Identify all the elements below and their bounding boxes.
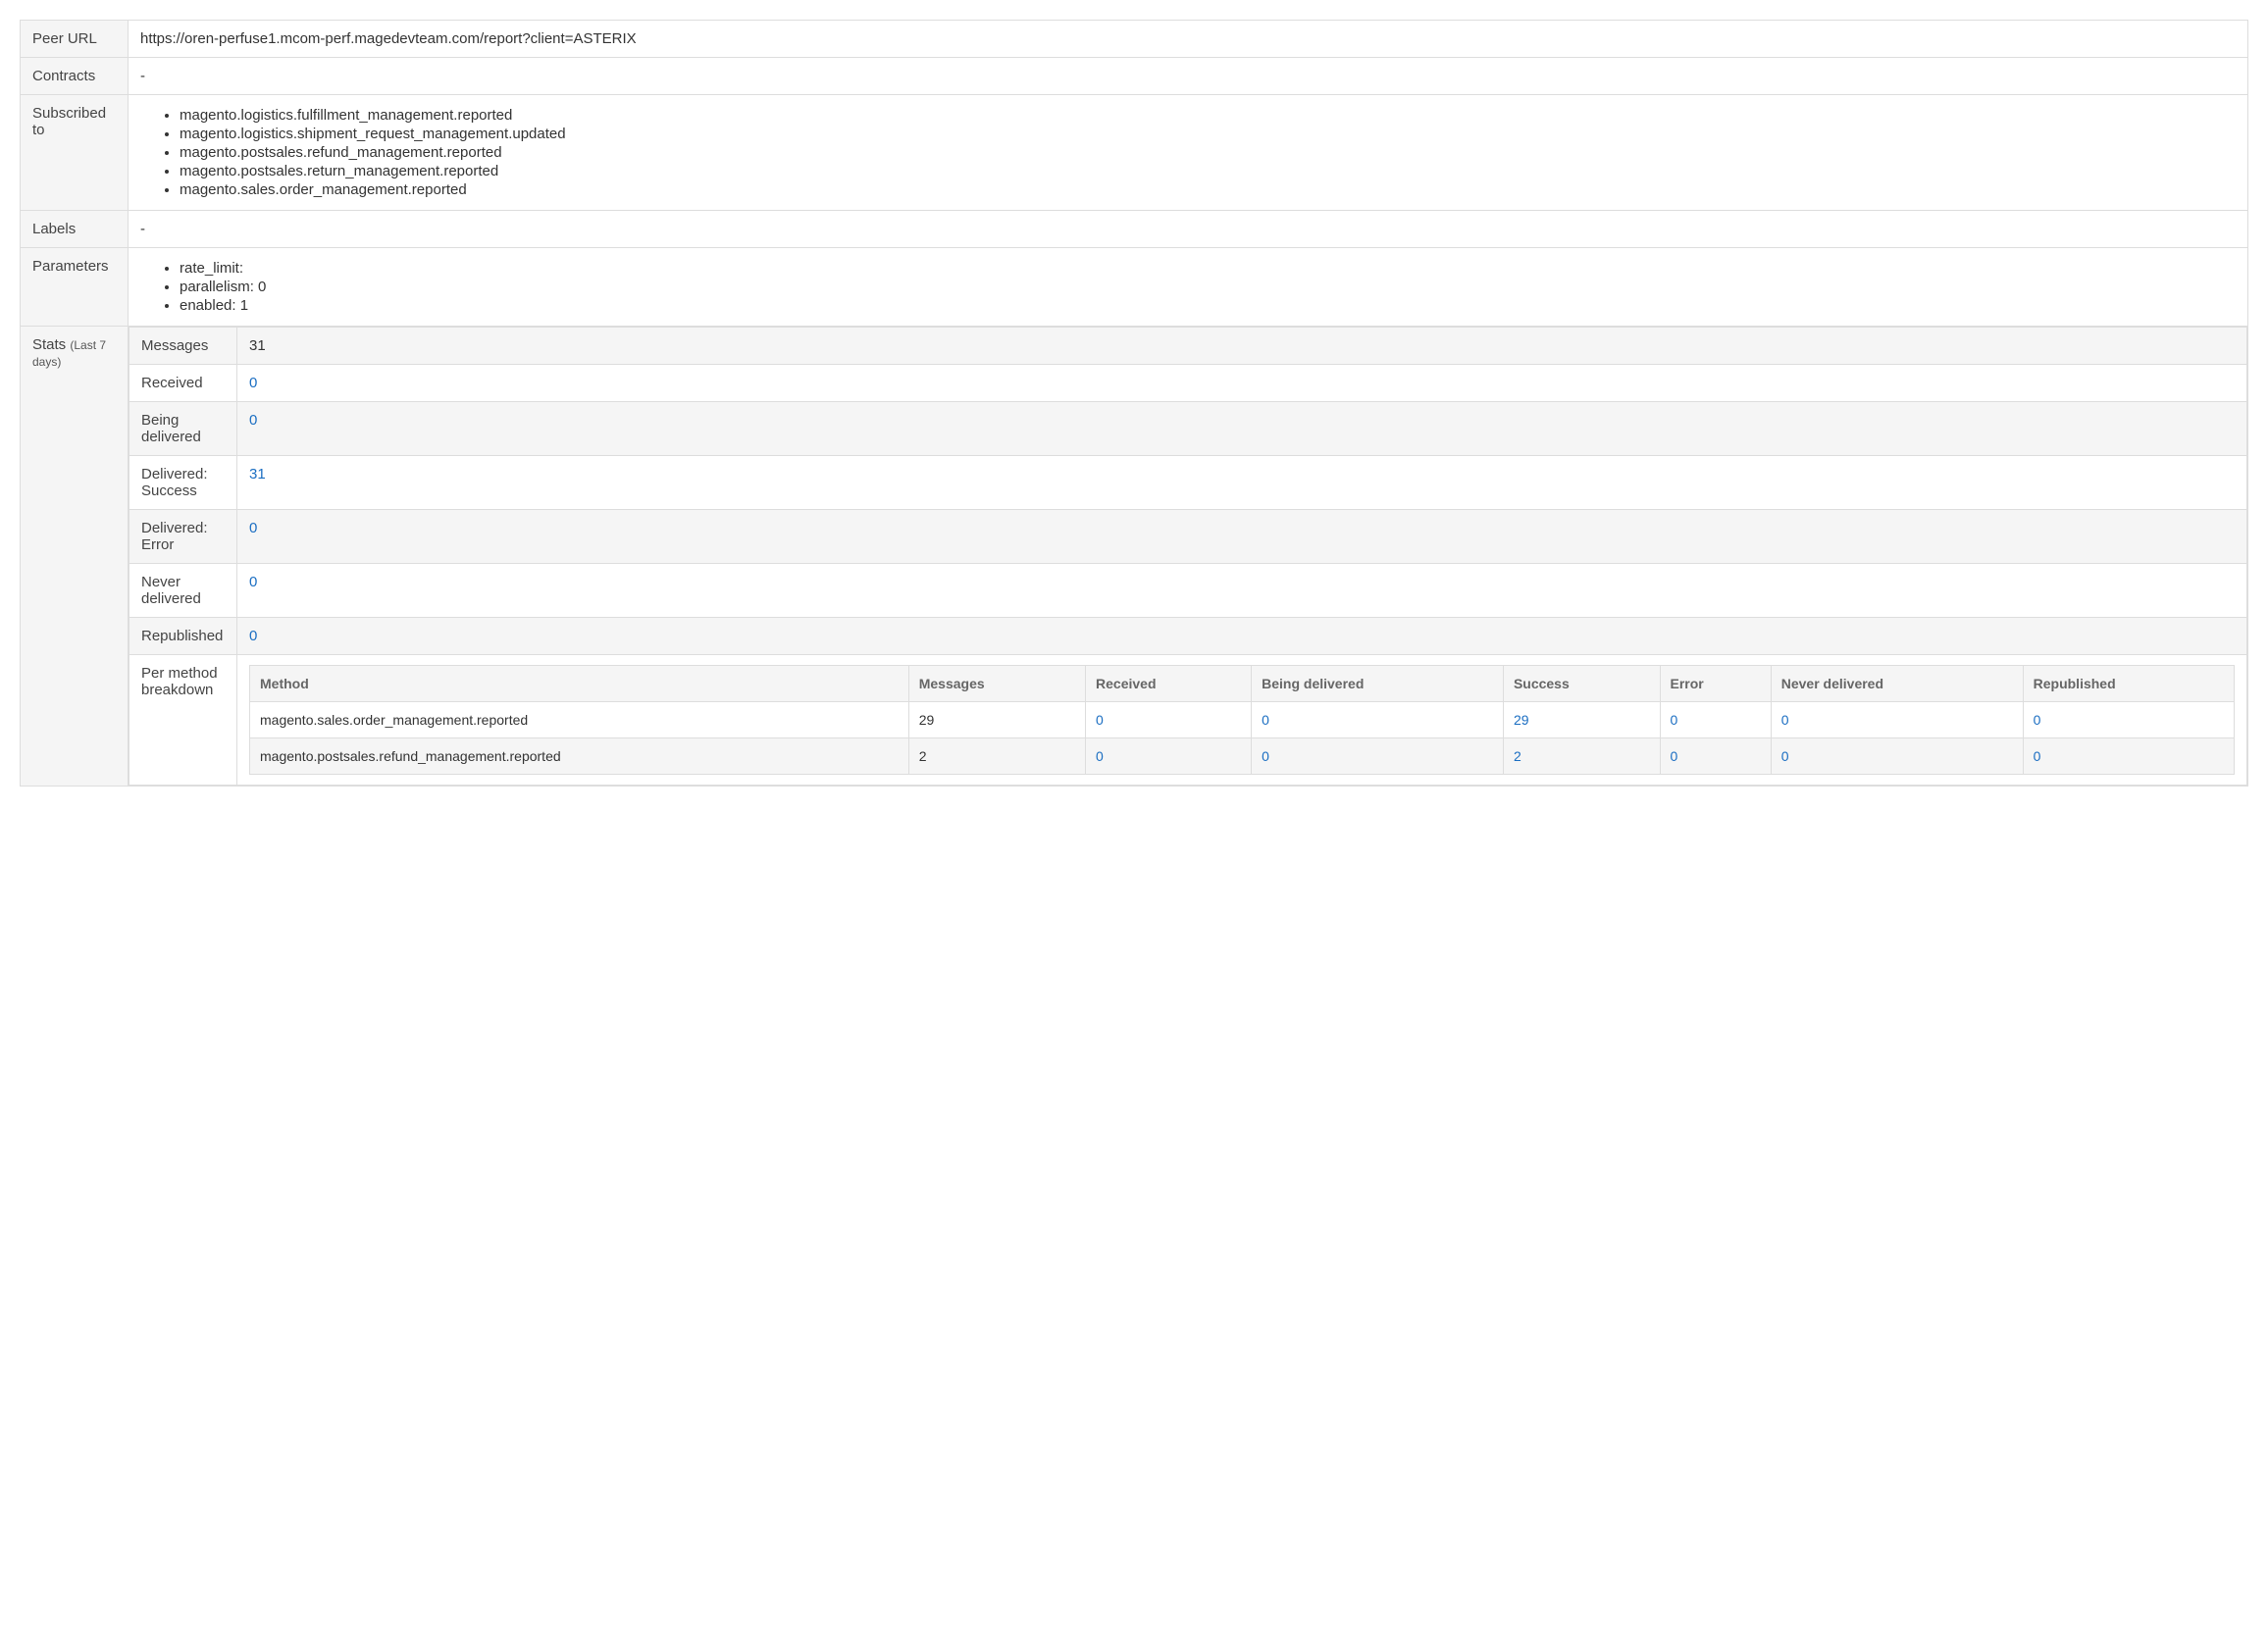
parameters-list: rate_limit: parallelism: 0 enabled: 1 bbox=[140, 260, 2236, 314]
per-method-breakdown-label: Per method breakdown bbox=[129, 655, 237, 786]
list-item: rate_limit: bbox=[180, 260, 2236, 277]
peer-url-label: Peer URL bbox=[21, 21, 129, 58]
labels-value: - bbox=[129, 211, 2248, 248]
breakdown-received-link[interactable]: 0 bbox=[1096, 712, 1104, 728]
subscribed-to-value: magento.logistics.fulfillment_management… bbox=[129, 95, 2248, 211]
table-row: magento.sales.order_management.reported … bbox=[250, 702, 2235, 738]
breakdown-success-link[interactable]: 29 bbox=[1514, 712, 1529, 728]
stats-never-delivered-link[interactable]: 0 bbox=[249, 574, 257, 590]
breakdown-messages: 2 bbox=[908, 738, 1085, 775]
breakdown-method: magento.postsales.refund_management.repo… bbox=[250, 738, 909, 775]
subscribed-to-list: magento.logistics.fulfillment_management… bbox=[140, 107, 2236, 198]
peer-url-value: https://oren-perfuse1.mcom-perf.magedevt… bbox=[129, 21, 2248, 58]
breakdown-being-delivered-link[interactable]: 0 bbox=[1262, 748, 1269, 764]
stats-messages-value: 31 bbox=[237, 328, 2247, 365]
breakdown-never-delivered-link[interactable]: 0 bbox=[1781, 748, 1789, 764]
breakdown-messages: 29 bbox=[908, 702, 1085, 738]
stats-messages-label: Messages bbox=[129, 328, 237, 365]
stats-received-label: Received bbox=[129, 365, 237, 402]
breakdown-success-link[interactable]: 2 bbox=[1514, 748, 1521, 764]
stats-delivered-error-link[interactable]: 0 bbox=[249, 520, 257, 536]
table-row: magento.postsales.refund_management.repo… bbox=[250, 738, 2235, 775]
contracts-label: Contracts bbox=[21, 58, 129, 95]
stats-being-delivered-label: Being delivered bbox=[129, 402, 237, 456]
list-item: magento.postsales.refund_management.repo… bbox=[180, 144, 2236, 161]
breakdown-error-link[interactable]: 0 bbox=[1671, 712, 1678, 728]
details-table: Peer URL https://oren-perfuse1.mcom-perf… bbox=[20, 20, 2248, 787]
breakdown-being-delivered-link[interactable]: 0 bbox=[1262, 712, 1269, 728]
stats-value-cell: Messages 31 Received 0 Being delivered 0 bbox=[129, 327, 2248, 787]
stats-label: Stats bbox=[32, 336, 66, 353]
breakdown-received-link[interactable]: 0 bbox=[1096, 748, 1104, 764]
list-item: magento.logistics.shipment_request_manag… bbox=[180, 126, 2236, 142]
parameters-label: Parameters bbox=[21, 248, 129, 327]
breakdown-republished-link[interactable]: 0 bbox=[2034, 748, 2041, 764]
breakdown-method: magento.sales.order_management.reported bbox=[250, 702, 909, 738]
parameters-value: rate_limit: parallelism: 0 enabled: 1 bbox=[129, 248, 2248, 327]
stats-delivered-error-label: Delivered: Error bbox=[129, 510, 237, 564]
stats-label-cell: Stats (Last 7 days) bbox=[21, 327, 129, 787]
stats-received-link[interactable]: 0 bbox=[249, 375, 257, 391]
labels-label: Labels bbox=[21, 211, 129, 248]
breakdown-header-received: Received bbox=[1086, 666, 1252, 702]
breakdown-header-method: Method bbox=[250, 666, 909, 702]
per-method-breakdown-cell: Method Messages Received Being delivered… bbox=[237, 655, 2247, 786]
stats-being-delivered-link[interactable]: 0 bbox=[249, 412, 257, 429]
stats-table: Messages 31 Received 0 Being delivered 0 bbox=[129, 327, 2247, 786]
breakdown-table: Method Messages Received Being delivered… bbox=[249, 665, 2235, 775]
breakdown-header-never-delivered: Never delivered bbox=[1771, 666, 2023, 702]
stats-never-delivered-label: Never delivered bbox=[129, 564, 237, 618]
breakdown-error-link[interactable]: 0 bbox=[1671, 748, 1678, 764]
list-item: magento.postsales.return_management.repo… bbox=[180, 163, 2236, 179]
list-item: magento.logistics.fulfillment_management… bbox=[180, 107, 2236, 124]
breakdown-never-delivered-link[interactable]: 0 bbox=[1781, 712, 1789, 728]
breakdown-header-messages: Messages bbox=[908, 666, 1085, 702]
stats-delivered-success-label: Delivered: Success bbox=[129, 456, 237, 510]
subscribed-to-label: Subscribed to bbox=[21, 95, 129, 211]
breakdown-republished-link[interactable]: 0 bbox=[2034, 712, 2041, 728]
stats-republished-label: Republished bbox=[129, 618, 237, 655]
stats-delivered-success-link[interactable]: 31 bbox=[249, 466, 266, 483]
breakdown-header-error: Error bbox=[1660, 666, 1771, 702]
contracts-value: - bbox=[129, 58, 2248, 95]
stats-republished-link[interactable]: 0 bbox=[249, 628, 257, 644]
list-item: parallelism: 0 bbox=[180, 279, 2236, 295]
breakdown-header-republished: Republished bbox=[2023, 666, 2234, 702]
list-item: enabled: 1 bbox=[180, 297, 2236, 314]
list-item: magento.sales.order_management.reported bbox=[180, 181, 2236, 198]
breakdown-header-success: Success bbox=[1503, 666, 1660, 702]
breakdown-header-being-delivered: Being delivered bbox=[1252, 666, 1504, 702]
